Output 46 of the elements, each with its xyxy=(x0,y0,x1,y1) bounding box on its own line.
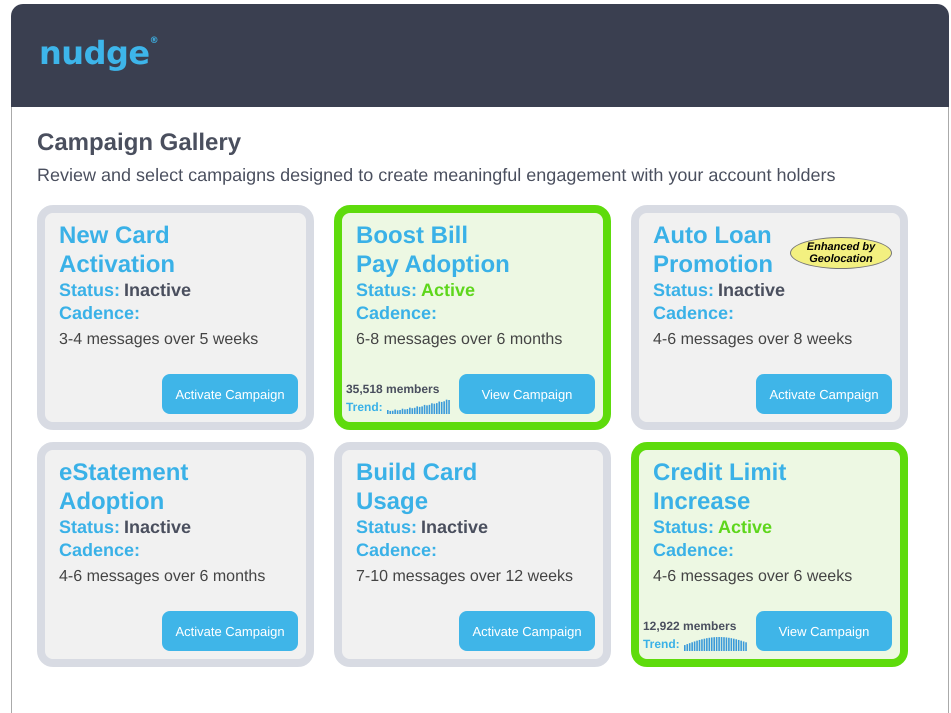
cadence-text: 4-6 messages over 8 weeks xyxy=(653,331,852,349)
status-value: Active xyxy=(421,279,476,302)
sparkline-icon xyxy=(386,399,451,414)
member-count: 35,518 members xyxy=(346,382,440,396)
activate-campaign-button[interactable]: Activate Campaign xyxy=(756,374,892,414)
trend-label: Trend: xyxy=(346,400,383,414)
cadence-text: 3-4 messages over 5 weeks xyxy=(59,331,258,349)
cadence-label: Cadence: xyxy=(59,302,140,325)
logo: nudge$^{®}$ xyxy=(39,34,158,72)
campaign-title: New Card Activation xyxy=(59,221,176,279)
status-value: Inactive xyxy=(124,516,192,539)
trend-label: Trend: xyxy=(643,637,680,651)
status-label: Status: xyxy=(356,516,418,539)
status-value: Active xyxy=(718,516,772,539)
cadence-text: 4-6 messages over 6 months xyxy=(59,568,266,586)
status-value: Inactive xyxy=(718,279,786,302)
member-count: 12,922 members xyxy=(643,619,738,633)
cadence-text: 4-6 messages over 6 weeks xyxy=(653,568,852,586)
campaign-title: Credit Limit Increase xyxy=(653,458,786,516)
feature-badge: Enhanced by Geolocation xyxy=(790,237,892,269)
cadence-text: 6-8 messages over 6 months xyxy=(356,331,562,349)
status-value: Inactive xyxy=(124,279,192,302)
status-value: Inactive xyxy=(421,516,488,539)
view-campaign-button[interactable]: View Campaign xyxy=(756,611,892,651)
activate-campaign-button[interactable]: Activate Campaign xyxy=(459,611,595,651)
cadence-text: 7-10 messages over 12 weeks xyxy=(356,568,573,586)
page-subtitle: Review and select campaigns designed to create meaningful engagement with your account holders xyxy=(37,165,836,186)
status-label: Status: xyxy=(59,516,120,539)
campaign-title: Auto Loan Promotion xyxy=(653,221,773,279)
cadence-label: Cadence: xyxy=(653,539,734,562)
status-label: Status: xyxy=(653,516,714,539)
activate-campaign-button[interactable]: Activate Campaign xyxy=(162,374,298,414)
cadence-label: Cadence: xyxy=(356,302,438,325)
campaign-title: eStatement Adoption xyxy=(59,458,188,516)
cadence-label: Cadence: xyxy=(653,302,734,325)
status-label: Status: xyxy=(653,279,714,302)
campaign-title: Build Card Usage xyxy=(356,458,478,516)
view-campaign-button[interactable]: View Campaign xyxy=(459,374,595,414)
cadence-label: Cadence: xyxy=(356,539,438,562)
cadence-label: Cadence: xyxy=(59,539,140,562)
status-label: Status: xyxy=(356,279,418,302)
activate-campaign-button[interactable]: Activate Campaign xyxy=(162,611,298,651)
page-title: Campaign Gallery xyxy=(37,129,242,157)
campaign-title: Boost Bill Pay Adoption xyxy=(356,221,510,279)
sparkline-icon xyxy=(684,636,748,651)
status-label: Status: xyxy=(59,279,120,302)
